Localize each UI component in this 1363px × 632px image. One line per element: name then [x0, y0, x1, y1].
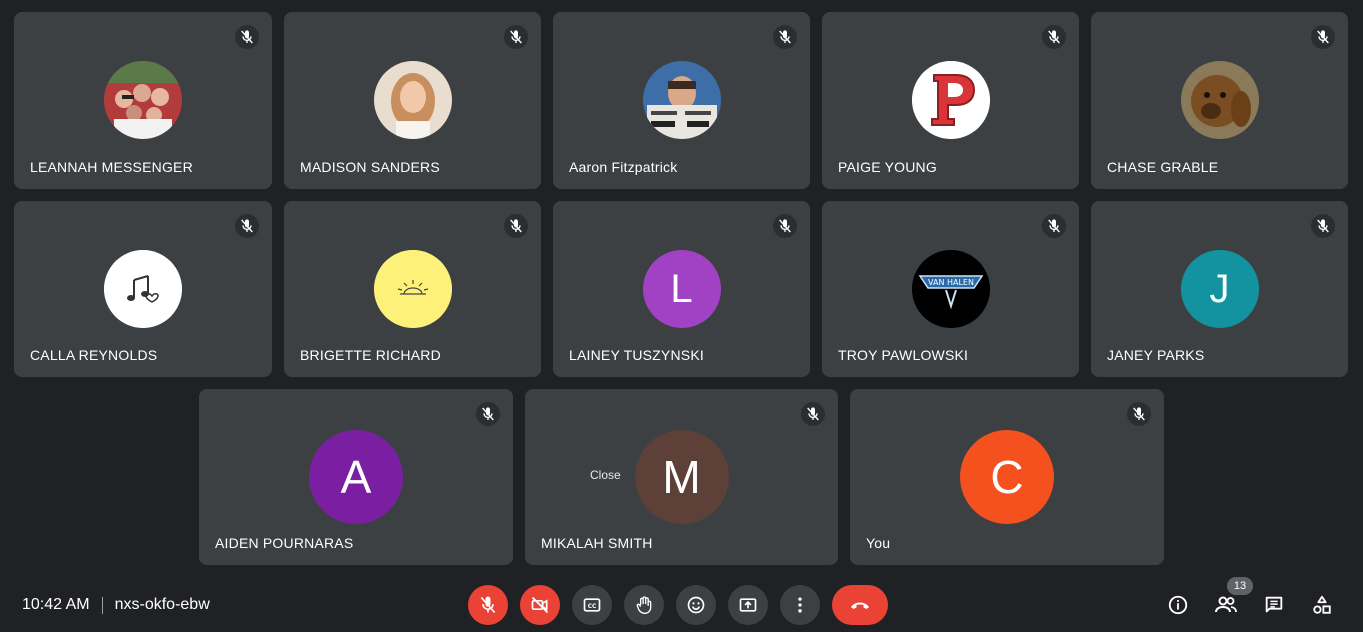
emoji-icon: [687, 596, 705, 614]
participant-name: Aaron Fitzpatrick: [569, 159, 678, 175]
chat-button[interactable]: [1262, 593, 1286, 617]
avatar: [911, 61, 990, 139]
participant-tile[interactable]: Close M MIKALAH SMITH: [525, 389, 838, 565]
participant-name: CHASE GRABLE: [1107, 159, 1219, 175]
participant-tile[interactable]: LEANNAH MESSENGER: [14, 12, 272, 189]
meeting-time: 10:42 AM: [22, 596, 90, 613]
participant-name: JANEY PARKS: [1107, 347, 1205, 363]
mic-off-icon: [1311, 214, 1335, 238]
participant-name: MIKALAH SMITH: [541, 535, 653, 551]
mic-off-icon: [1042, 214, 1066, 238]
avatar: [642, 61, 721, 139]
mic-off-icon: [504, 25, 528, 49]
mic-off-icon: [773, 214, 797, 238]
participant-tile[interactable]: CALLA REYNOLDS: [14, 201, 272, 377]
participant-tile[interactable]: VAN HALEN TROY PAWLOWSKI: [822, 201, 1079, 377]
emoji-reaction-button[interactable]: [676, 585, 716, 625]
participant-tile[interactable]: L LAINEY TUSZYNSKI: [553, 201, 810, 377]
divider: [101, 596, 103, 614]
meeting-info: 10:42 AM nxs-okfo-ebw: [22, 596, 210, 614]
participants-count-badge: 13: [1227, 577, 1253, 595]
avatar: [373, 250, 452, 328]
chat-icon: [1265, 596, 1283, 613]
mic-off-icon: [1311, 25, 1335, 49]
meeting-code: nxs-okfo-ebw: [114, 596, 210, 613]
meeting-details-button[interactable]: [1166, 593, 1190, 617]
mic-toggle-button[interactable]: [468, 585, 508, 625]
participant-name: BRIGETTE RICHARD: [300, 347, 441, 363]
mic-off-icon: [476, 402, 500, 426]
mic-off-icon: [235, 25, 259, 49]
svg-text:CC: CC: [588, 604, 597, 610]
present-icon: [739, 598, 757, 612]
present-button[interactable]: [728, 585, 768, 625]
end-call-button[interactable]: [832, 585, 888, 625]
participant-name: LAINEY TUSZYNSKI: [569, 347, 704, 363]
avatar: M: [634, 430, 729, 524]
avatar: [104, 250, 182, 328]
participant-name: AIDEN POURNARAS: [215, 535, 354, 551]
people-button[interactable]: [1214, 593, 1238, 617]
camera-off-icon: [531, 596, 549, 614]
activities-button[interactable]: [1310, 593, 1334, 617]
participant-tile[interactable]: PAIGE YOUNG: [822, 12, 1079, 189]
mic-off-icon: [235, 214, 259, 238]
participant-name: TROY PAWLOWSKI: [838, 347, 969, 363]
captions-button[interactable]: CC: [572, 585, 612, 625]
mic-off-icon: [1042, 25, 1066, 49]
raise-hand-button[interactable]: [624, 585, 664, 625]
avatar: J: [1180, 250, 1259, 328]
people-icon: [1215, 596, 1237, 613]
mic-off-icon: [504, 214, 528, 238]
mic-off-icon: [801, 402, 825, 426]
avatar: [104, 61, 182, 139]
camera-toggle-button[interactable]: [520, 585, 560, 625]
close-label[interactable]: Close: [590, 468, 621, 482]
self-tile[interactable]: C You: [850, 389, 1164, 565]
participant-tile[interactable]: CHASE GRABLE: [1091, 12, 1348, 189]
participant-name: You: [866, 535, 891, 551]
participant-name: LEANNAH MESSENGER: [30, 159, 193, 175]
raise-hand-icon: [636, 596, 652, 615]
participant-tile[interactable]: J JANEY PARKS: [1091, 201, 1348, 377]
mic-off-icon: [1127, 402, 1151, 426]
captions-icon: CC: [583, 598, 601, 612]
avatar: [373, 61, 452, 139]
participant-name: MADISON SANDERS: [300, 159, 440, 175]
avatar: L: [642, 250, 721, 328]
info-icon: [1168, 595, 1188, 615]
mic-off-icon: [480, 596, 496, 614]
participant-name: PAIGE YOUNG: [838, 159, 937, 175]
avatar: VAN HALEN: [911, 250, 990, 328]
end-call-icon: [851, 602, 869, 609]
participant-tile[interactable]: BRIGETTE RICHARD: [284, 201, 541, 377]
participant-tile[interactable]: A AIDEN POURNARAS: [199, 389, 513, 565]
more-options-icon: [798, 597, 802, 613]
more-options-button[interactable]: [780, 585, 820, 625]
activities-icon: [1313, 595, 1331, 614]
participant-tile[interactable]: Aaron Fitzpatrick: [553, 12, 810, 189]
avatar: C: [960, 430, 1054, 524]
control-bar: 10:42 AM nxs-okfo-ebw CC 13: [0, 577, 1363, 632]
avatar: [1180, 61, 1259, 139]
participant-tile[interactable]: MADISON SANDERS: [284, 12, 541, 189]
participant-name: CALLA REYNOLDS: [30, 347, 158, 363]
svg-text:VAN HALEN: VAN HALEN: [928, 278, 974, 287]
avatar: A: [309, 430, 403, 524]
mic-off-icon: [773, 25, 797, 49]
